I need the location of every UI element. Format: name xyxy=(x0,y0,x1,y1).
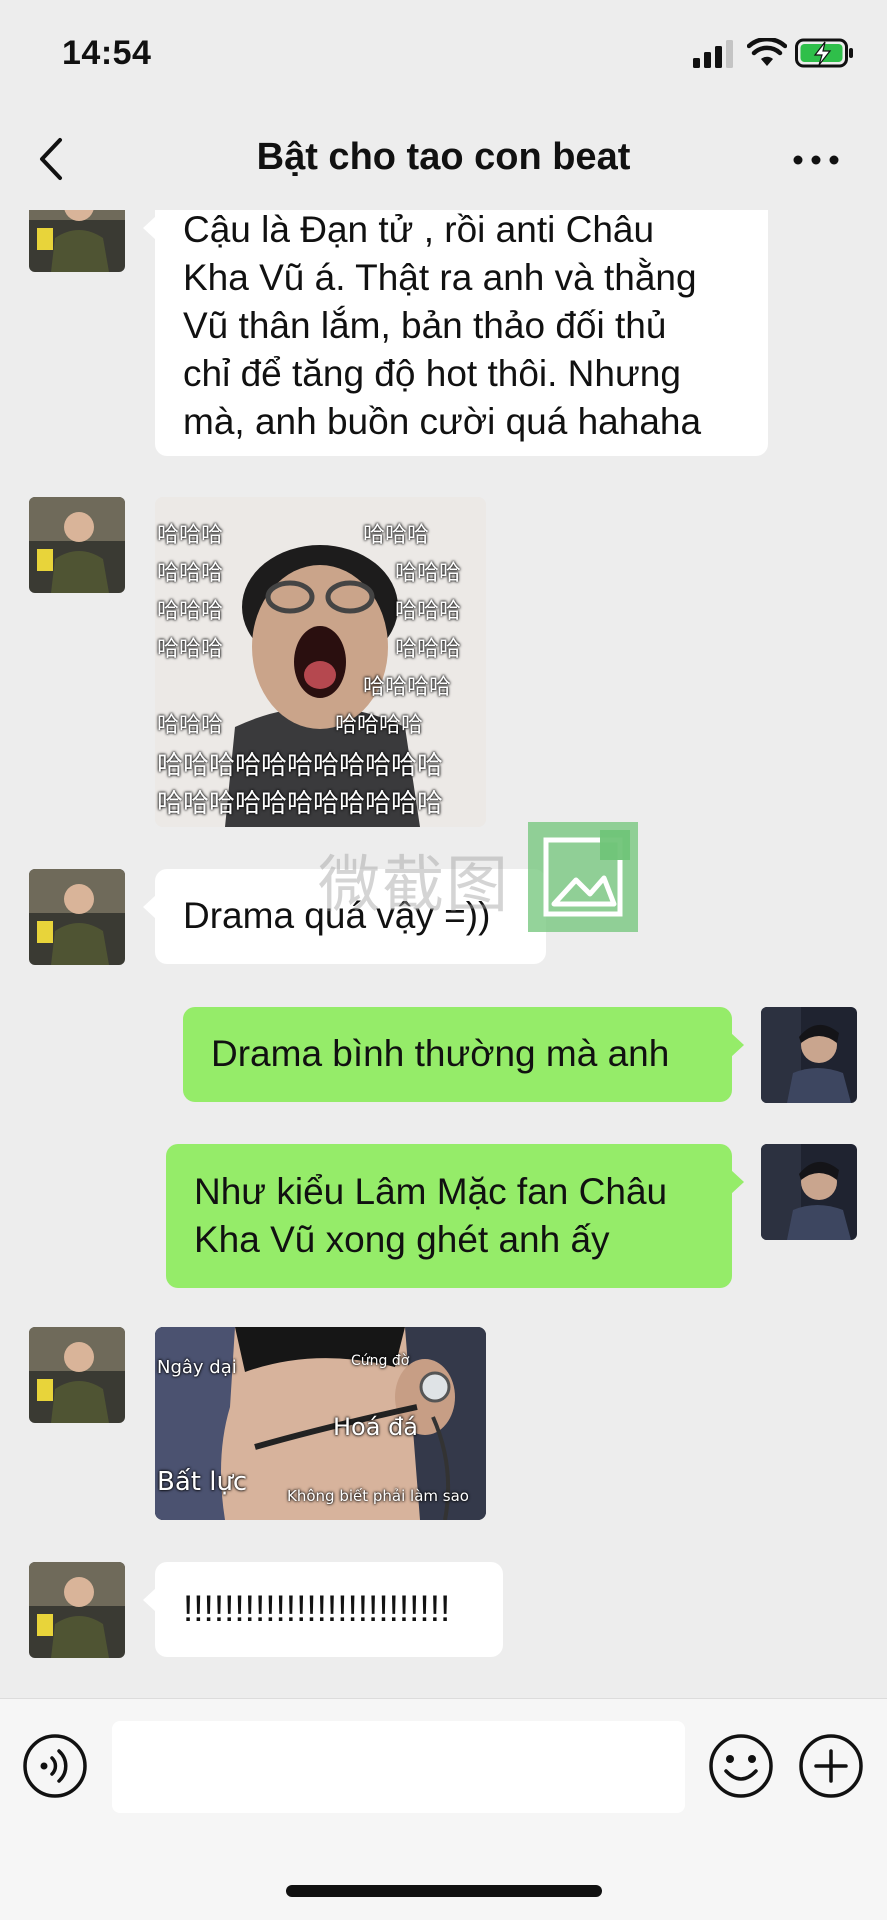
emoji-icon[interactable] xyxy=(708,1733,774,1799)
contact-avatar[interactable] xyxy=(29,869,125,965)
voice-input-icon[interactable] xyxy=(22,1733,88,1799)
my-avatar[interactable] xyxy=(761,1144,857,1240)
message-input[interactable] xyxy=(112,1721,685,1813)
status-bar: 14:54 xyxy=(0,0,887,110)
message-list[interactable]: Cậu là Đạn tử , rồi anti Châu Kha Vũ á. … xyxy=(0,210,887,1698)
more-dots-icon[interactable] xyxy=(792,150,840,170)
contact-avatar[interactable] xyxy=(29,497,125,593)
my-avatar[interactable] xyxy=(761,1007,857,1103)
input-bar xyxy=(0,1698,887,1920)
battery-charging-icon xyxy=(795,38,853,68)
chevron-left-icon[interactable] xyxy=(34,134,70,184)
contact-avatar[interactable] xyxy=(29,1562,125,1658)
watermark-text: 微截图 xyxy=(318,851,511,920)
message-bubble-1[interactable]: Cậu là Đạn tử , rồi anti Châu Kha Vũ á. … xyxy=(143,210,768,456)
status-time: 14:54 xyxy=(62,34,152,72)
message-bubble-7[interactable]: !!!!!!!!!!!!!!!!!!!!!!!!!! xyxy=(143,1562,503,1657)
headset-guy-sticker[interactable]: Ngây dại Cứng đờ Hoá đá Bất lực Không bi… xyxy=(155,1327,486,1520)
message-bubble-4[interactable]: Drama bình thường mà anh xyxy=(183,1007,744,1102)
cellular-signal-icon xyxy=(693,40,733,68)
contact-avatar[interactable] xyxy=(29,1327,125,1423)
chat-title: Bật cho tao con beat xyxy=(256,136,631,178)
message-bubble-5[interactable]: Như kiểu Lâm Mặc fan Châu Kha Vũ xong gh… xyxy=(166,1144,744,1288)
home-indicator[interactable] xyxy=(286,1885,602,1897)
chat-header: Bật cho tao con beat xyxy=(0,110,887,210)
laughing-man-sticker[interactable]: 哈哈哈 哈哈哈 哈哈哈 哈哈哈 哈哈哈 哈哈哈 哈哈哈 哈哈哈 哈哈哈哈 哈哈哈… xyxy=(155,497,486,827)
plus-circle-icon[interactable] xyxy=(798,1733,864,1799)
image-frame-icon xyxy=(528,822,638,932)
contact-avatar[interactable] xyxy=(29,210,125,272)
wifi-icon xyxy=(747,38,787,66)
